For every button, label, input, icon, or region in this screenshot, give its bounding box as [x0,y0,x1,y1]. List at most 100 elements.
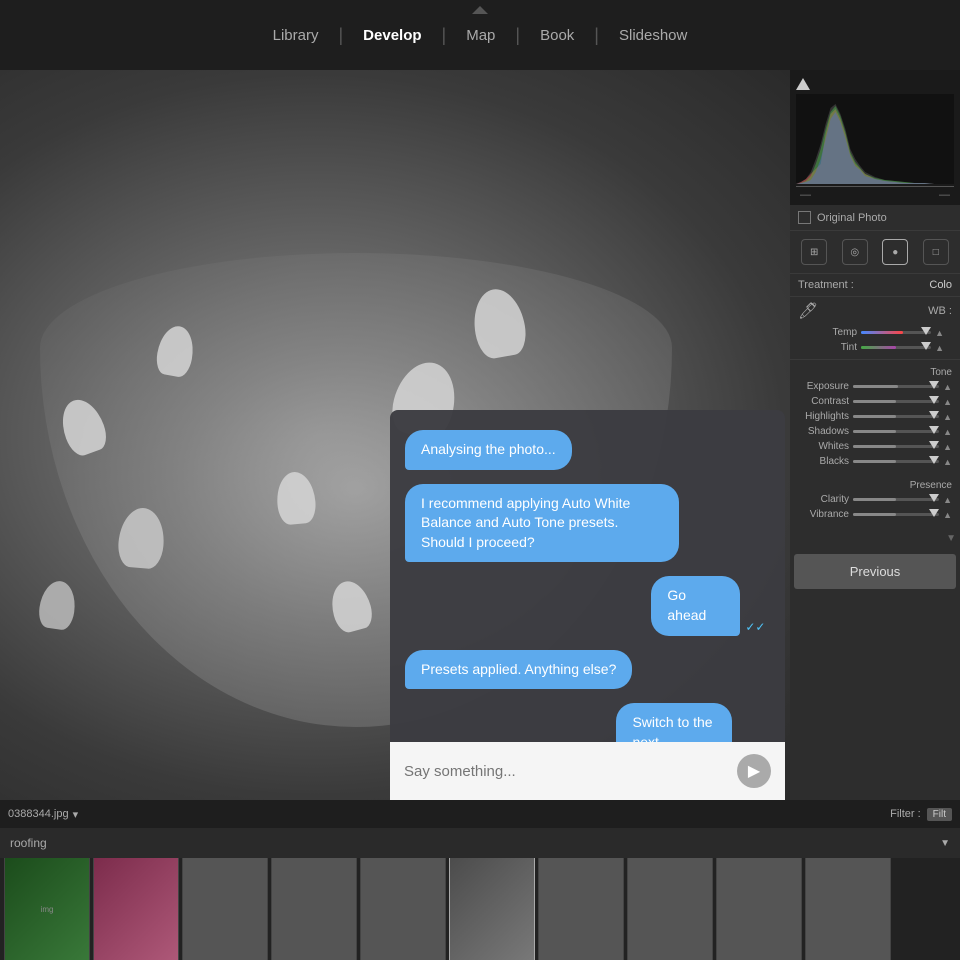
filmstrip: img [0,858,960,960]
exposure-handle [929,381,939,389]
contrast-label: Contrast [794,396,849,407]
chat-overlay: Analysing the photo... I recommend apply… [390,410,785,800]
presence-section-label: Presence [790,477,960,492]
nav-slideshow[interactable]: Slideshow [599,19,707,52]
film-thumb-3[interactable] [182,858,268,960]
tint-slider-row: Tint ▲ [798,340,952,355]
proofing-dropdown-icon[interactable]: ▼ [940,838,950,849]
shadows-handle [929,426,939,434]
blacks-slider-track[interactable] [853,460,939,463]
shadows-slider-track[interactable] [853,430,939,433]
previous-button[interactable]: Previous [794,554,956,589]
film-thumb-6[interactable] [449,858,535,960]
tint-slider-track[interactable] [861,346,931,349]
whites-handle-icon: ▲ [943,442,952,452]
clarity-slider-row: Clarity ▲ [790,492,960,507]
vibrance-label: Vibrance [794,509,849,520]
film-thumb-3-inner [183,858,267,960]
vibrance-handle [929,509,939,517]
chat-input-area: ▶ [390,742,785,800]
whites-slider-row: Whites ▲ [790,439,960,454]
chat-message-5-wrap: Switch to the next ● [616,703,770,742]
blacks-slider-row: Blacks ▲ [790,454,960,469]
contrast-slider-row: Contrast ▲ [790,394,960,409]
status-bar: 0388344.jpg ▾ Filter : Filt [0,800,960,828]
filter-row: Filter : Filt [890,808,952,821]
chat-send-button[interactable]: ▶ [737,754,771,788]
histogram-header [796,78,954,90]
chat-message-5: Switch to the next [616,703,731,742]
grid-tool-icon[interactable]: ⊞ [801,239,827,265]
presence-section: Presence Clarity ▲ Vibrance ▲ [790,473,960,526]
exposure-slider-track[interactable] [853,385,939,388]
film-thumb-2[interactable] [93,858,179,960]
contrast-handle-icon: ▲ [943,397,952,407]
highlights-handle-icon: ▲ [943,412,952,422]
shadows-slider-row: Shadows ▲ [790,424,960,439]
nav-develop[interactable]: Develop [343,19,441,52]
nav-library[interactable]: Library [253,19,339,52]
film-thumb-9[interactable] [716,858,802,960]
figure-7 [36,579,77,631]
treatment-value: Colo [929,279,952,291]
hist-min: — [800,189,811,201]
film-thumb-1-inner: img [5,858,89,960]
blacks-handle [929,456,939,464]
vibrance-slider-track[interactable] [853,513,939,516]
wb-section: 🖊 WB : Temp ▲ Tint ▲ [790,297,960,360]
film-thumb-5-inner [361,858,445,960]
film-thumb-7-inner [539,858,623,960]
scroll-arrow-icon: ▼ [946,533,956,544]
exposure-slider-row: Exposure ▲ [790,379,960,394]
chat-message-3-wrap: Go ahead ✓✓ [651,576,770,635]
temp-slider-track[interactable] [861,331,931,334]
clarity-handle-icon: ▲ [943,495,952,505]
chat-message-1: Analysing the photo... [405,430,572,470]
temp-label: Temp [802,327,857,338]
shadows-fill [853,430,896,433]
temp-slider-handle [921,327,931,335]
highlights-slider-track[interactable] [853,415,939,418]
original-photo-checkbox[interactable] [798,211,811,224]
vibrance-fill [853,513,896,516]
vibrance-slider-row: Vibrance ▲ [790,507,960,522]
histogram-range: — — [796,189,954,201]
film-thumb-5[interactable] [360,858,446,960]
spot-tool-icon[interactable]: ● [882,239,908,265]
contrast-slider-track[interactable] [853,400,939,403]
film-thumb-7[interactable] [538,858,624,960]
filter-badge[interactable]: Filt [927,808,952,821]
film-thumb-4[interactable] [271,858,357,960]
whites-slider-track[interactable] [853,445,939,448]
tint-slider-fill [861,346,896,349]
histogram-canvas [796,94,954,184]
temp-slider-fill [861,331,903,334]
chat-message-3: Go ahead [651,576,740,635]
filename-label: 0388344.jpg [8,808,69,820]
film-thumb-9-inner [717,858,801,960]
top-nav: Library | Develop | Map | Book | Slidesh… [0,0,960,70]
nav-map[interactable]: Map [446,19,515,52]
shadows-label: Shadows [794,426,849,437]
proofing-label: roofing [10,836,47,850]
clarity-label: Clarity [794,494,849,505]
nav-book[interactable]: Book [520,19,594,52]
film-thumb-10[interactable] [805,858,891,960]
clarity-slider-track[interactable] [853,498,939,501]
film-thumb-8[interactable] [627,858,713,960]
filename-area: 0388344.jpg ▾ [8,808,78,821]
crop-tool-icon[interactable]: ◎ [842,239,868,265]
bottom-toolbar: roofing ▼ [0,828,960,858]
chat-messages: Analysing the photo... I recommend apply… [390,410,785,742]
original-photo-label: Original Photo [817,212,887,224]
film-thumb-1[interactable]: img [4,858,90,960]
film-thumb-8-inner [628,858,712,960]
check-icon: ✓✓ [745,620,765,634]
collapse-arrow-icon[interactable] [472,6,488,14]
main-content: Analysing the photo... I recommend apply… [0,70,960,800]
eyedropper-icon[interactable]: 🖊 [798,301,818,321]
chat-input[interactable] [404,763,727,780]
highlights-slider-row: Highlights ▲ [790,409,960,424]
contrast-handle [929,396,939,404]
square-tool-icon[interactable]: □ [923,239,949,265]
